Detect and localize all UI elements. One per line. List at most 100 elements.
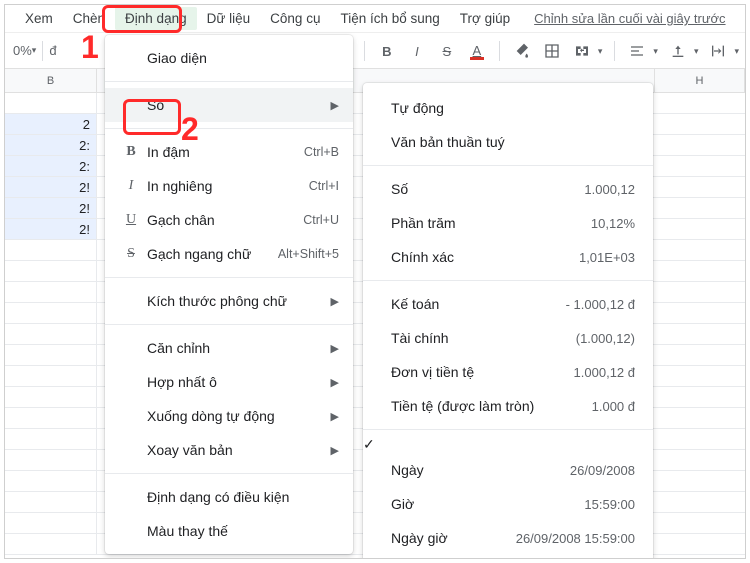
col-header-h[interactable]: H xyxy=(655,69,745,92)
menu-separator xyxy=(363,280,653,281)
cell[interactable] xyxy=(5,93,97,113)
menu-item-label: Kế toán xyxy=(391,296,566,312)
menu-item-wrap[interactable]: Xuống dòng tự động ▶ xyxy=(105,399,353,433)
menu-item-sample: 1,01E+03 xyxy=(579,250,635,265)
number-item-datetime[interactable]: Ngày giờ 26/09/2008 15:59:00 xyxy=(363,521,653,555)
submenu-arrow-icon: ▶ xyxy=(331,295,339,308)
menu-item-merge[interactable]: Hợp nhất ô ▶ xyxy=(105,365,353,399)
cell[interactable]: 2: xyxy=(5,156,97,176)
number-item-currency-rounded[interactable]: Tiền tệ (được làm tròn) 1.000 đ xyxy=(363,389,653,423)
menu-item-sample: 1.000,12 đ xyxy=(574,365,635,380)
menu-item-label: Số xyxy=(391,181,584,197)
cell[interactable] xyxy=(5,429,97,449)
menu-item-number[interactable]: Số ▶ xyxy=(105,88,353,122)
cell[interactable] xyxy=(5,471,97,491)
menu-separator xyxy=(105,324,353,325)
menu-item-label: Phần trăm xyxy=(391,215,591,231)
cell[interactable] xyxy=(5,534,97,554)
menu-item-conditional[interactable]: Định dạng có điều kiện xyxy=(105,480,353,514)
col-header-b[interactable]: B xyxy=(5,69,97,92)
submenu-arrow-icon: ▶ xyxy=(331,342,339,355)
number-item-currency[interactable]: Đơn vị tiền tệ 1.000,12 đ xyxy=(363,355,653,389)
borders-button[interactable] xyxy=(542,41,562,61)
valign-icon xyxy=(670,43,686,59)
valign-button[interactable] xyxy=(668,41,688,61)
menu-tools[interactable]: Công cụ xyxy=(260,7,330,30)
cell[interactable]: 2 xyxy=(5,114,97,134)
menu-item-label: Căn chỉnh xyxy=(143,340,325,356)
menu-item-sample: (1.000,12) xyxy=(576,331,635,346)
number-item-financial[interactable]: Tài chính (1.000,12) xyxy=(363,321,653,355)
menu-item-label: Gạch ngang chữ xyxy=(143,246,278,262)
menu-item-label: Xuống dòng tự động xyxy=(143,408,325,424)
cell[interactable] xyxy=(5,513,97,533)
strikethrough-button[interactable]: S xyxy=(437,41,457,61)
menu-item-altcolors[interactable]: Màu thay thế xyxy=(105,514,353,548)
menu-separator xyxy=(105,81,353,82)
menu-item-strikethrough[interactable]: S Gạch ngang chữ Alt+Shift+5 xyxy=(105,237,353,271)
menu-item-label: Định dạng có điều kiện xyxy=(143,489,339,505)
menu-item-italic[interactable]: I In nghiêng Ctrl+I xyxy=(105,169,353,203)
last-edit-info[interactable]: Chỉnh sửa lần cuối vài giây trước xyxy=(534,11,725,26)
menu-data[interactable]: Dữ liệu xyxy=(197,7,261,30)
number-item-scientific[interactable]: Chính xác 1,01E+03 xyxy=(363,240,653,274)
number-item-plaintext[interactable]: Văn bản thuần tuý xyxy=(363,125,653,159)
menu-item-sample: 10,12% xyxy=(591,216,635,231)
number-item-number[interactable]: Số 1.000,12 xyxy=(363,172,653,206)
text-color-button[interactable]: A xyxy=(467,43,487,60)
cell[interactable] xyxy=(5,387,97,407)
cell[interactable]: 2: xyxy=(5,135,97,155)
wrap-button[interactable] xyxy=(708,41,728,61)
valign-caret-icon[interactable]: ▾ xyxy=(694,46,699,57)
menu-addons[interactable]: Tiện ích bổ sung xyxy=(330,7,449,30)
menu-help[interactable]: Trợ giúp xyxy=(450,7,520,30)
halign-caret-icon[interactable]: ▾ xyxy=(653,46,658,57)
cell[interactable] xyxy=(5,261,97,281)
cell[interactable]: 2! xyxy=(5,219,97,239)
fill-color-button[interactable] xyxy=(512,43,532,59)
number-item-percent[interactable]: Phần trăm 10,12% xyxy=(363,206,653,240)
menu-insert[interactable]: Chèn xyxy=(63,7,115,30)
menu-item-shortcut: Ctrl+B xyxy=(304,145,339,159)
cell[interactable]: 2! xyxy=(5,177,97,197)
number-item-automatic[interactable]: Tự động xyxy=(363,91,653,125)
halign-button[interactable] xyxy=(627,41,647,61)
menu-format[interactable]: Định dạng xyxy=(115,7,197,30)
cell[interactable] xyxy=(5,303,97,323)
cell[interactable] xyxy=(5,240,97,260)
menu-item-fontsize[interactable]: Kích thước phông chữ ▶ xyxy=(105,284,353,318)
menu-item-theme[interactable]: Giao diện xyxy=(105,41,353,75)
italic-button[interactable]: I xyxy=(407,41,427,61)
bold-button[interactable]: B xyxy=(377,41,397,61)
menu-item-underline[interactable]: U Gạch chân Ctrl+U xyxy=(105,203,353,237)
menu-item-label: Màu thay thế xyxy=(143,523,339,539)
cell[interactable] xyxy=(5,324,97,344)
menu-item-label: Chính xác xyxy=(391,249,579,265)
cell[interactable] xyxy=(5,450,97,470)
zoom-caret-icon[interactable]: ▾ xyxy=(32,45,37,56)
cell[interactable]: 2! xyxy=(5,198,97,218)
menu-view[interactable]: Xem xyxy=(15,7,63,30)
menu-item-label: Số xyxy=(143,97,325,113)
merge-cells-button[interactable] xyxy=(572,41,592,61)
toolbar-separator xyxy=(364,41,365,61)
menu-item-rotate[interactable]: Xoay văn bản ▶ xyxy=(105,433,353,467)
number-item-accounting[interactable]: Kế toán - 1.000,12 đ xyxy=(363,287,653,321)
menu-separator xyxy=(105,473,353,474)
number-item-time[interactable]: Giờ 15:59:00 xyxy=(363,487,653,521)
menu-item-bold[interactable]: B In đậm Ctrl+B xyxy=(105,135,353,169)
cell[interactable] xyxy=(5,408,97,428)
wrap-icon xyxy=(710,43,726,59)
menu-item-align[interactable]: Căn chỉnh ▶ xyxy=(105,331,353,365)
merge-caret-icon[interactable]: ▾ xyxy=(598,46,603,57)
number-item-duration[interactable]: Thời lượng 24:01:00 xyxy=(363,555,653,559)
currency-button[interactable]: đ xyxy=(49,43,56,58)
cell[interactable] xyxy=(5,345,97,365)
wrap-caret-icon[interactable]: ▾ xyxy=(734,46,739,57)
cell[interactable] xyxy=(5,282,97,302)
cell[interactable] xyxy=(5,366,97,386)
zoom-fragment[interactable]: 0% xyxy=(13,43,32,58)
number-item-date[interactable]: Ngày 26/09/2008 xyxy=(363,453,653,487)
cell[interactable] xyxy=(5,492,97,512)
menu-item-sample: 1.000 đ xyxy=(592,399,635,414)
